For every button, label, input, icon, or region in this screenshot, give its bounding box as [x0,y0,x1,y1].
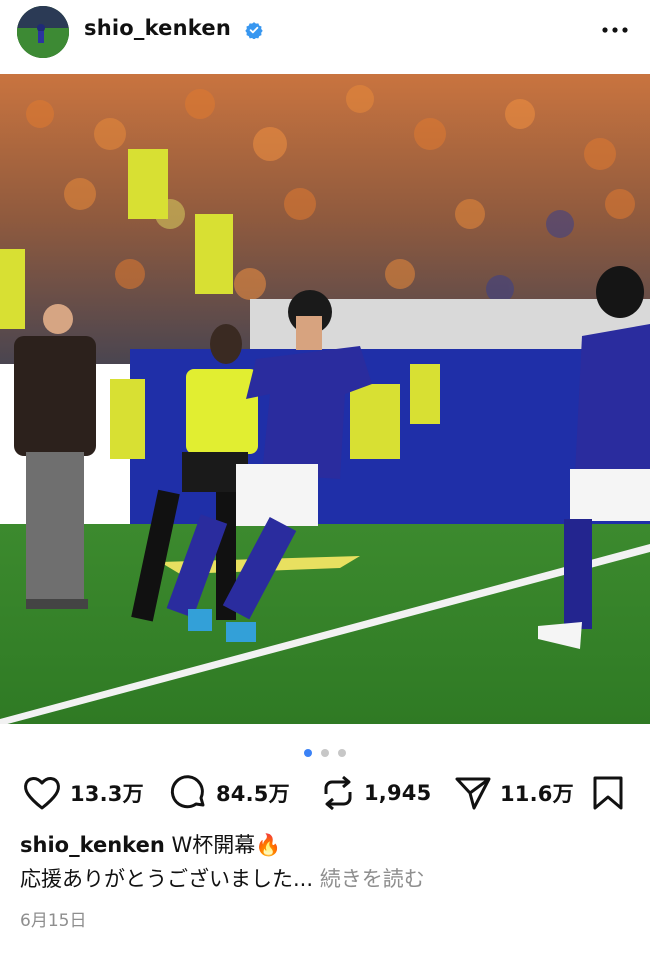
fire-emoji: 🔥 [255,833,282,857]
bookmark-icon[interactable] [591,775,625,811]
caption-username[interactable]: shio_kenken [20,833,165,857]
comment-count: 84.5万 [216,782,290,806]
comment-button[interactable]: 84.5万 [170,770,290,816]
carousel-indicator [0,742,650,757]
read-more-link[interactable]: 続きを読む [320,867,425,891]
repost-count: 1,945 [364,781,432,805]
carousel-dot-1 [303,749,312,757]
verified-badge-icon [245,22,263,39]
header-username[interactable]: shio_kenken [84,16,231,40]
repost-button[interactable]: 1,945 [320,770,431,816]
share-icon [455,777,491,810]
post-date: 6月15日 [20,911,87,931]
more-options-icon[interactable] [600,20,630,40]
repost-icon [324,775,352,811]
carousel-dot-2 [321,749,329,757]
post-photo[interactable] [0,74,650,724]
carousel-dot-3 [338,749,347,757]
caption-title: W杯開幕 [171,833,256,857]
like-count: 13.3万 [70,782,144,806]
comment-icon [170,775,205,809]
share-button[interactable]: 11.6万 [454,770,574,816]
like-button[interactable]: 13.3万 [22,770,144,816]
post-caption: shio_kenken W杯開幕🔥 応援ありがとうございました... 続きを読む [20,828,630,896]
share-count: 11.6万 [500,782,574,806]
heart-icon [24,777,60,810]
caption-line-2: 応援ありがとうございました... 続きを読む [20,862,630,896]
action-bar: 13.3万 84.5万 1,945 11.6万 [0,770,650,816]
caption-line-1: shio_kenken W杯開幕🔥 [20,828,630,862]
post-header: shio_kenken [0,0,650,74]
profile-avatar[interactable] [17,6,69,58]
caption-text: 応援ありがとうございました... [20,867,314,891]
